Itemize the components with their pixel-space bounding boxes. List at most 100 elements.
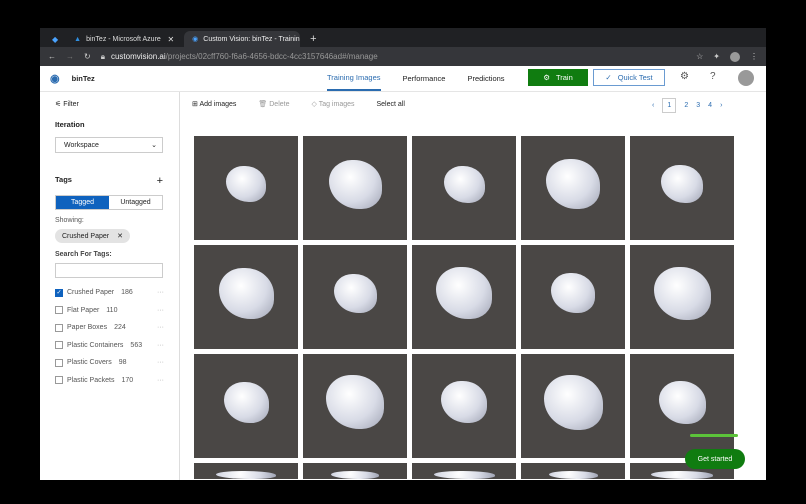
more-options-icon[interactable]: ···: [157, 307, 164, 314]
tag-item[interactable]: Plastic Covers 98 ···: [55, 354, 164, 372]
quick-test-button[interactable]: ✓ Quick Test: [593, 69, 665, 86]
paper-ball: [548, 471, 598, 479]
tag-item[interactable]: Flat Paper 110 ···: [55, 302, 164, 320]
paper-ball: [328, 159, 382, 209]
search-tags-input[interactable]: [55, 263, 163, 278]
training-image[interactable]: [303, 245, 407, 349]
tag-checkbox[interactable]: [55, 323, 63, 332]
avatar[interactable]: [738, 70, 754, 86]
iteration-select[interactable]: Workspace ⌄: [55, 137, 163, 153]
profile-icon[interactable]: [730, 51, 740, 62]
add-images-button[interactable]: ⊞ Add images: [192, 100, 236, 108]
paper-ball: [333, 273, 377, 313]
tag-item[interactable]: Plastic Packets 170 ···: [55, 372, 164, 390]
untagged-button[interactable]: Untagged: [109, 196, 162, 209]
url-input[interactable]: 🔒︎ customvision.ai/projects/02cff760-f6a6…: [101, 52, 686, 62]
training-image[interactable]: [194, 354, 298, 458]
paper-ball: [223, 381, 269, 423]
showing-label: Showing:: [55, 217, 84, 224]
tab-azure[interactable]: ▲ binTez - Microsoft Azure ✕: [66, 31, 182, 47]
training-image[interactable]: [303, 354, 407, 458]
training-image[interactable]: [412, 136, 516, 240]
next-page-icon[interactable]: ›: [720, 102, 722, 109]
check-icon: ✓: [605, 73, 612, 82]
delete-button[interactable]: 🗑︎ Delete: [258, 100, 289, 108]
settings-icon[interactable]: ⚙: [680, 71, 689, 82]
chevron-down-icon: ⌄: [151, 142, 157, 149]
tag-item[interactable]: ✓ Crushed Paper 186 ···: [55, 284, 164, 302]
page-1[interactable]: 1: [662, 98, 677, 113]
training-image[interactable]: [630, 245, 734, 349]
training-image[interactable]: [630, 136, 734, 240]
back-icon[interactable]: ←: [48, 52, 56, 61]
tag-checkbox[interactable]: ✓: [55, 288, 63, 297]
training-image[interactable]: [412, 463, 516, 479]
paper-ball: [436, 267, 492, 319]
reload-icon[interactable]: ↻: [84, 52, 91, 61]
tag-checkbox[interactable]: [55, 358, 63, 367]
tag-item[interactable]: Paper Boxes 224 ···: [55, 319, 164, 337]
training-image[interactable]: [412, 354, 516, 458]
tab-bar: ◆ ▲ binTez - Microsoft Azure ✕ ◉ Custom Vis…: [40, 28, 766, 47]
more-options-icon[interactable]: ···: [157, 324, 164, 331]
paper-ball: [543, 374, 603, 430]
tab-custom-vision[interactable]: ◉Custom Vision: binTez - Trainin✕: [184, 31, 301, 47]
new-tab-button[interactable]: +: [302, 33, 324, 47]
extensions-icon[interactable]: ✦: [713, 52, 720, 61]
training-image[interactable]: [303, 136, 407, 240]
star-icon[interactable]: ☆: [696, 52, 703, 61]
paper-ball: [331, 471, 379, 479]
app-header: ◉ binTez Training Images Performance Pred…: [40, 66, 766, 92]
close-tab-icon[interactable]: ✕: [167, 35, 174, 44]
filter-icon: ⚟: [55, 101, 64, 108]
training-image[interactable]: [303, 463, 407, 479]
more-options-icon[interactable]: ···: [157, 289, 164, 296]
tagged-button[interactable]: Tagged: [56, 196, 109, 209]
paper-ball: [658, 380, 706, 424]
menu-icon[interactable]: ⋮: [750, 52, 758, 61]
remove-chip-icon[interactable]: ✕: [117, 232, 123, 240]
tag-checkbox[interactable]: [55, 376, 63, 385]
tag-checkbox[interactable]: [55, 341, 63, 350]
training-image[interactable]: [194, 136, 298, 240]
select-all-button[interactable]: Select all: [377, 101, 405, 108]
paper-ball: [651, 471, 713, 479]
paper-ball: [218, 267, 274, 319]
training-image[interactable]: [521, 136, 625, 240]
page-4[interactable]: 4: [708, 102, 712, 109]
filter-button[interactable]: ⚟ Filter: [55, 100, 164, 108]
get-started-button[interactable]: Get started: [685, 449, 745, 469]
more-options-icon[interactable]: ···: [157, 377, 164, 384]
add-tag-icon[interactable]: +: [157, 175, 163, 187]
custom-vision-icon: ◉: [192, 36, 199, 43]
project-name[interactable]: binTez: [72, 74, 95, 83]
more-options-icon[interactable]: ···: [157, 359, 164, 366]
filter-chip: Crushed Paper ✕: [55, 229, 130, 243]
paper-ball: [661, 165, 703, 203]
training-image[interactable]: [194, 245, 298, 349]
forward-icon[interactable]: →: [66, 52, 74, 61]
training-image[interactable]: [194, 463, 298, 479]
training-image[interactable]: [412, 245, 516, 349]
tab-predictions[interactable]: Predictions: [467, 66, 504, 91]
training-image[interactable]: [521, 245, 625, 349]
training-image[interactable]: [521, 354, 625, 458]
paper-ball: [551, 273, 595, 313]
tab-performance[interactable]: Performance: [403, 66, 446, 91]
tags-heading: Tags: [55, 175, 72, 184]
page-3[interactable]: 3: [696, 102, 700, 109]
tag-checkbox[interactable]: [55, 306, 63, 315]
paper-ball: [326, 375, 384, 429]
tag-item[interactable]: Plastic Containers 563 ···: [55, 337, 164, 355]
tab-training-images[interactable]: Training Images: [327, 66, 381, 91]
train-button[interactable]: ⚙ Train: [528, 69, 588, 86]
page-2[interactable]: 2: [684, 102, 688, 109]
help-icon[interactable]: ?: [710, 71, 716, 82]
prev-page-icon[interactable]: ‹: [652, 102, 654, 109]
training-image[interactable]: [630, 354, 734, 458]
tag-images-button[interactable]: ◇ Tag images: [311, 100, 354, 108]
pagination: ‹ 1 2 3 4 ›: [652, 98, 722, 113]
training-image[interactable]: [521, 463, 625, 479]
sidebar: ⚟ Filter Iteration Workspace ⌄ Tags + Tagg…: [40, 92, 180, 480]
more-options-icon[interactable]: ···: [157, 342, 164, 349]
